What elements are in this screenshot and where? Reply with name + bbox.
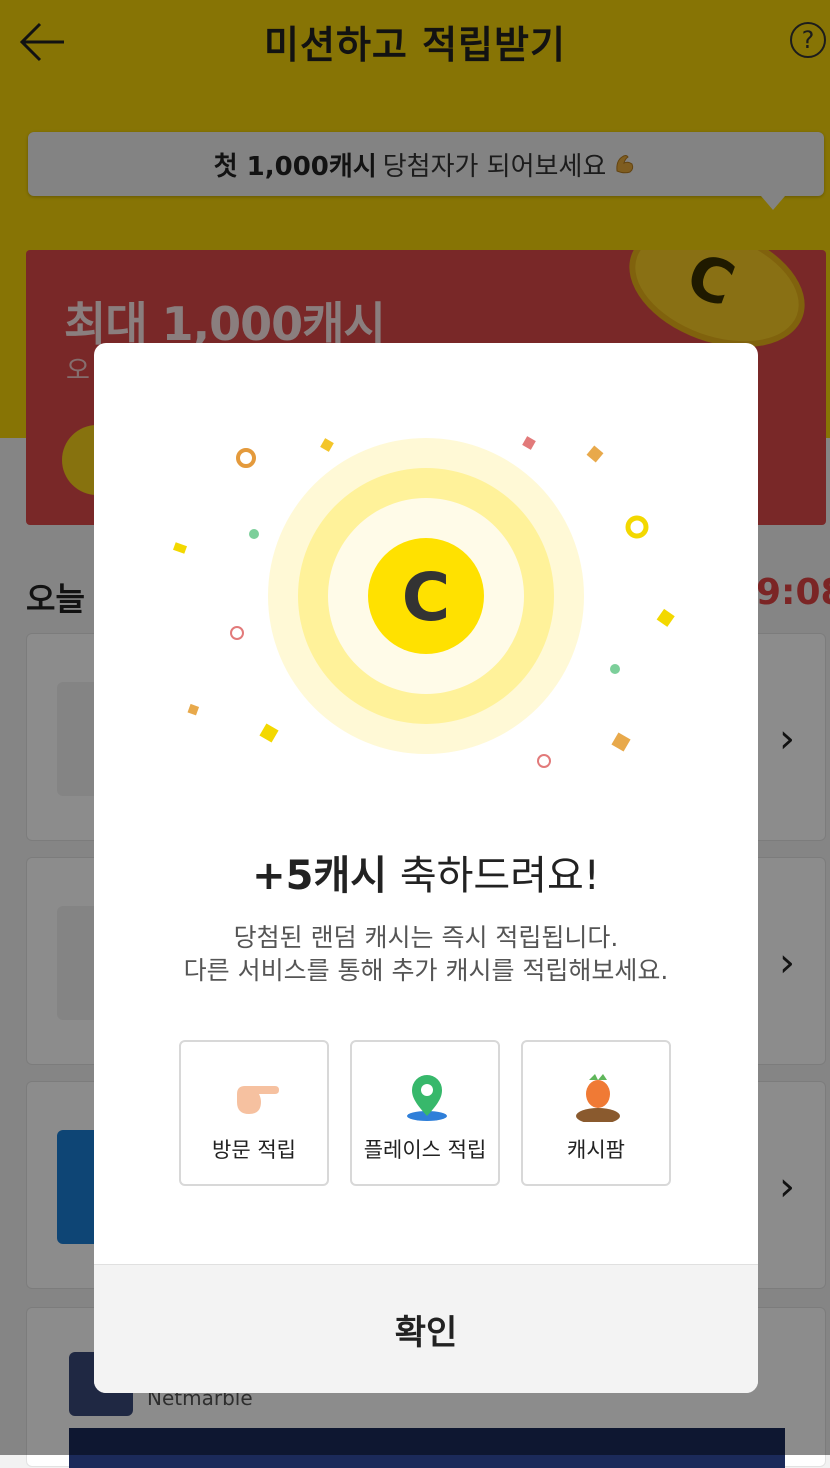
reward-congrats: 축하드려요! [399, 853, 600, 899]
cash-coin-burst-illustration: C [172, 436, 675, 768]
reward-description: 당첨된 랜덤 캐시는 즉시 적립됩니다. 다른 서비스를 통해 추가 캐시를 적… [94, 921, 758, 987]
reward-headline: +5캐시 축하드려요! [94, 843, 758, 901]
svg-text:C: C [402, 559, 450, 636]
confirm-button[interactable]: 확인 [94, 1265, 758, 1393]
desc-line-1: 당첨된 랜덤 캐시는 즉시 적립됩니다. [233, 923, 619, 952]
reward-amount: +5캐시 [252, 853, 388, 899]
carrot-icon [576, 1074, 620, 1122]
service-visit-reward-button[interactable]: 방문 적립 [179, 1040, 329, 1186]
pointing-hand-icon [237, 1086, 279, 1114]
service-label: 방문 적립 [212, 1138, 296, 1162]
service-label: 플레이스 적립 [363, 1138, 487, 1162]
map-pin-icon [407, 1075, 447, 1121]
service-label: 캐시팜 [567, 1138, 625, 1162]
service-place-reward-button[interactable]: 플레이스 적립 [350, 1040, 500, 1186]
service-cashfarm-button[interactable]: 캐시팜 [521, 1040, 671, 1186]
reward-modal: C +5캐시 축하드려요! 당첨된 랜덤 캐시는 즉시 적립됩니다. 다른 서비… [94, 343, 758, 1393]
desc-line-2: 다른 서비스를 통해 추가 캐시를 적립해보세요. [183, 956, 669, 985]
modal-footer: 확인 [94, 1264, 758, 1393]
